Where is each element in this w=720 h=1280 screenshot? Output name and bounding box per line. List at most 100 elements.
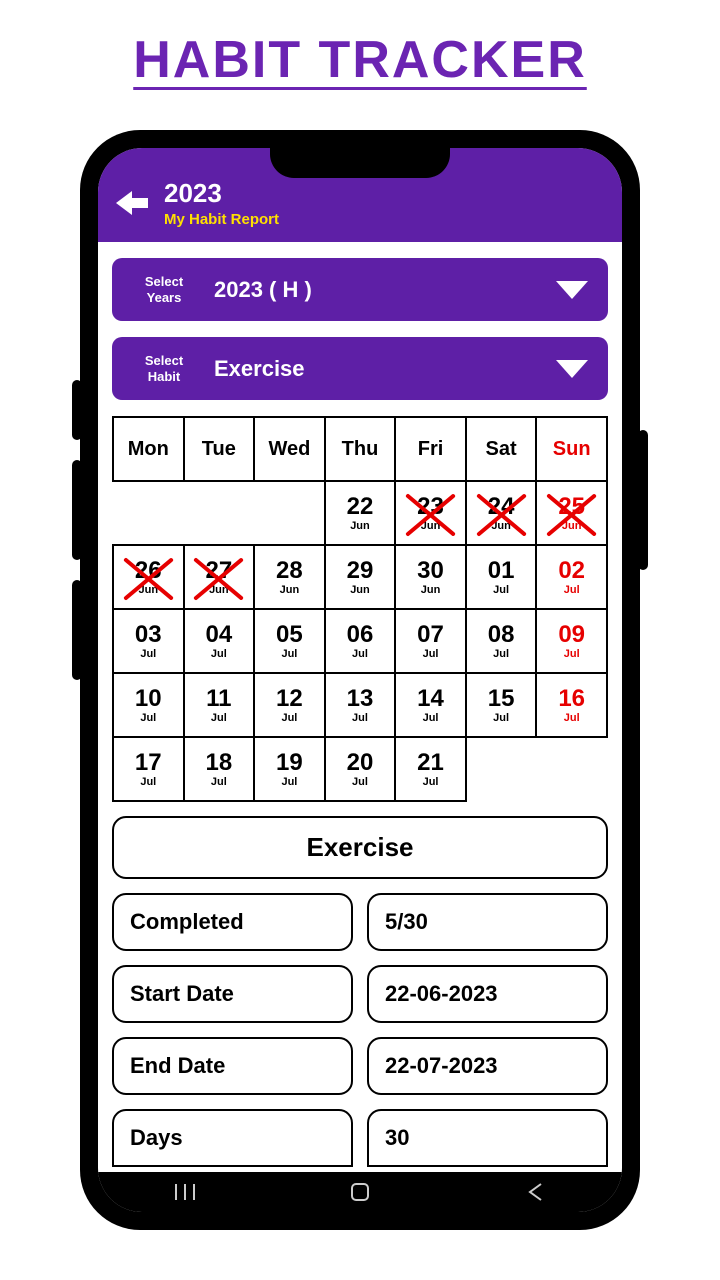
- calendar-day[interactable]: 04 Jul: [184, 609, 255, 673]
- calendar-day[interactable]: 20Jul: [325, 737, 396, 801]
- calendar-day-number: 02: [558, 559, 585, 583]
- calendar-weekday: Mon: [113, 417, 184, 481]
- calendar-day-number: 18: [205, 751, 232, 775]
- calendar-weekday: Tue: [184, 417, 255, 481]
- calendar-day-month: Jul: [281, 713, 297, 724]
- calendar-day-number: 04: [205, 623, 232, 647]
- calendar-empty-cell: [536, 737, 607, 801]
- calendar-day[interactable]: 01Jul: [466, 545, 537, 609]
- calendar-day-number: 17: [135, 751, 162, 775]
- back-button[interactable]: [114, 188, 150, 218]
- calendar-day[interactable]: 23 Jun: [395, 481, 466, 545]
- stat-value: 5/30: [367, 893, 608, 951]
- calendar-day-number: 21: [417, 751, 444, 775]
- calendar-day-month: Jul: [281, 777, 297, 788]
- calendar-day[interactable]: 02Jul: [536, 545, 607, 609]
- calendar-day[interactable]: 08Jul: [466, 609, 537, 673]
- calendar-day[interactable]: 18Jul: [184, 737, 255, 801]
- calendar-day-number: 29: [347, 559, 374, 583]
- calendar-day-number: 11: [206, 687, 231, 711]
- calendar-day[interactable]: 11 Jul: [184, 673, 255, 737]
- nav-back-button[interactable]: [515, 1172, 555, 1212]
- calendar-day[interactable]: 21 Jul: [395, 737, 466, 801]
- calendar-day-month: Jul: [493, 585, 509, 596]
- calendar-day-month: Jul: [423, 713, 439, 724]
- stat-value: 22-07-2023: [367, 1037, 608, 1095]
- calendar-day[interactable]: 10Jul: [113, 673, 184, 737]
- calendar-day[interactable]: 30 Jun: [395, 545, 466, 609]
- calendar-day[interactable]: 19Jul: [254, 737, 325, 801]
- calendar-day[interactable]: 13Jul: [325, 673, 396, 737]
- calendar-day-month: Jul: [493, 713, 509, 724]
- calendar-day[interactable]: 12 Jul: [254, 673, 325, 737]
- calendar-day[interactable]: 17 Jul: [113, 737, 184, 801]
- calendar-day-month: Jul: [564, 713, 580, 724]
- calendar-day-number: 27: [205, 559, 232, 583]
- calendar-day-month: Jul: [423, 777, 439, 788]
- calendar-day-month: Jun: [421, 585, 441, 596]
- year-selector[interactable]: Select Years 2023 ( H ): [112, 258, 608, 321]
- calendar-day-number: 20: [347, 751, 374, 775]
- calendar-day[interactable]: 06 Jul: [325, 609, 396, 673]
- chevron-down-icon: [556, 360, 588, 378]
- calendar-day[interactable]: 24Jun: [466, 481, 537, 545]
- phone-frame: 2023 My Habit Report Select Years 2023 (…: [80, 130, 640, 1230]
- calendar-day-number: 23: [417, 495, 444, 519]
- calendar-day[interactable]: 14Jul: [395, 673, 466, 737]
- calendar-day-number: 07: [417, 623, 444, 647]
- calendar-weekday: Wed: [254, 417, 325, 481]
- calendar-weekday: Sat: [466, 417, 537, 481]
- calendar-day-number: 12: [276, 687, 303, 711]
- calendar-empty-cell: [184, 481, 255, 545]
- calendar-day[interactable]: 03 Jul: [113, 609, 184, 673]
- calendar-day-number: 03: [135, 623, 162, 647]
- stat-label: Start Date: [112, 965, 353, 1023]
- calendar: MonTueWedThuFriSatSun 22Jun23Jun24Jun25J…: [112, 416, 608, 802]
- phone-screen: 2023 My Habit Report Select Years 2023 (…: [98, 148, 622, 1212]
- calendar-weekday: Fri: [395, 417, 466, 481]
- calendar-day-month: Jul: [352, 649, 368, 660]
- calendar-day-number: 15: [488, 687, 515, 711]
- calendar-day-number: 25: [558, 495, 585, 519]
- calendar-day-month: Jul: [140, 777, 156, 788]
- calendar-day[interactable]: 09Jul: [536, 609, 607, 673]
- calendar-day-month: Jul: [281, 649, 297, 660]
- calendar-day-month: Jul: [140, 649, 156, 660]
- back-arrow-icon: [114, 188, 150, 218]
- calendar-day-month: Jun: [421, 521, 441, 532]
- calendar-day-month: Jun: [562, 521, 582, 532]
- calendar-day-month: Jul: [352, 713, 368, 724]
- calendar-day-month: Jun: [209, 585, 229, 596]
- calendar-day[interactable]: 22Jun: [325, 481, 396, 545]
- page-title: HABIT TRACKER: [0, 0, 720, 100]
- calendar-day[interactable]: 26Jun: [113, 545, 184, 609]
- calendar-day[interactable]: 25 Jun: [536, 481, 607, 545]
- calendar-day[interactable]: 05Jul: [254, 609, 325, 673]
- calendar-day[interactable]: 27 Jun: [184, 545, 255, 609]
- nav-recent-button[interactable]: [165, 1172, 205, 1212]
- stat-value: 22-06-2023: [367, 965, 608, 1023]
- calendar-empty-cell: [254, 481, 325, 545]
- habit-selector-value: Exercise: [214, 356, 305, 382]
- calendar-day-month: Jun: [350, 521, 370, 532]
- calendar-day[interactable]: 07 Jul: [395, 609, 466, 673]
- calendar-day-month: Jul: [423, 649, 439, 660]
- calendar-day[interactable]: 28Jun: [254, 545, 325, 609]
- calendar-day[interactable]: 29 Jun: [325, 545, 396, 609]
- habit-selector[interactable]: Select Habit Exercise: [112, 337, 608, 400]
- calendar-day-number: 10: [135, 687, 162, 711]
- calendar-day-number: 06: [347, 623, 374, 647]
- summary-habit-name: Exercise: [112, 816, 608, 879]
- calendar-day[interactable]: 16Jul: [536, 673, 607, 737]
- calendar-day-month: Jun: [491, 521, 511, 532]
- calendar-day-month: Jul: [211, 649, 227, 660]
- calendar-empty-cell: [113, 481, 184, 545]
- calendar-day[interactable]: 15 Jul: [466, 673, 537, 737]
- nav-home-button[interactable]: [340, 1172, 380, 1212]
- calendar-day-month: Jun: [350, 585, 370, 596]
- calendar-day-number: 26: [135, 559, 162, 583]
- stat-label: Days: [112, 1109, 353, 1167]
- calendar-day-month: Jul: [211, 713, 227, 724]
- year-selector-label: Select Years: [132, 274, 196, 305]
- calendar-day-number: 30: [417, 559, 444, 583]
